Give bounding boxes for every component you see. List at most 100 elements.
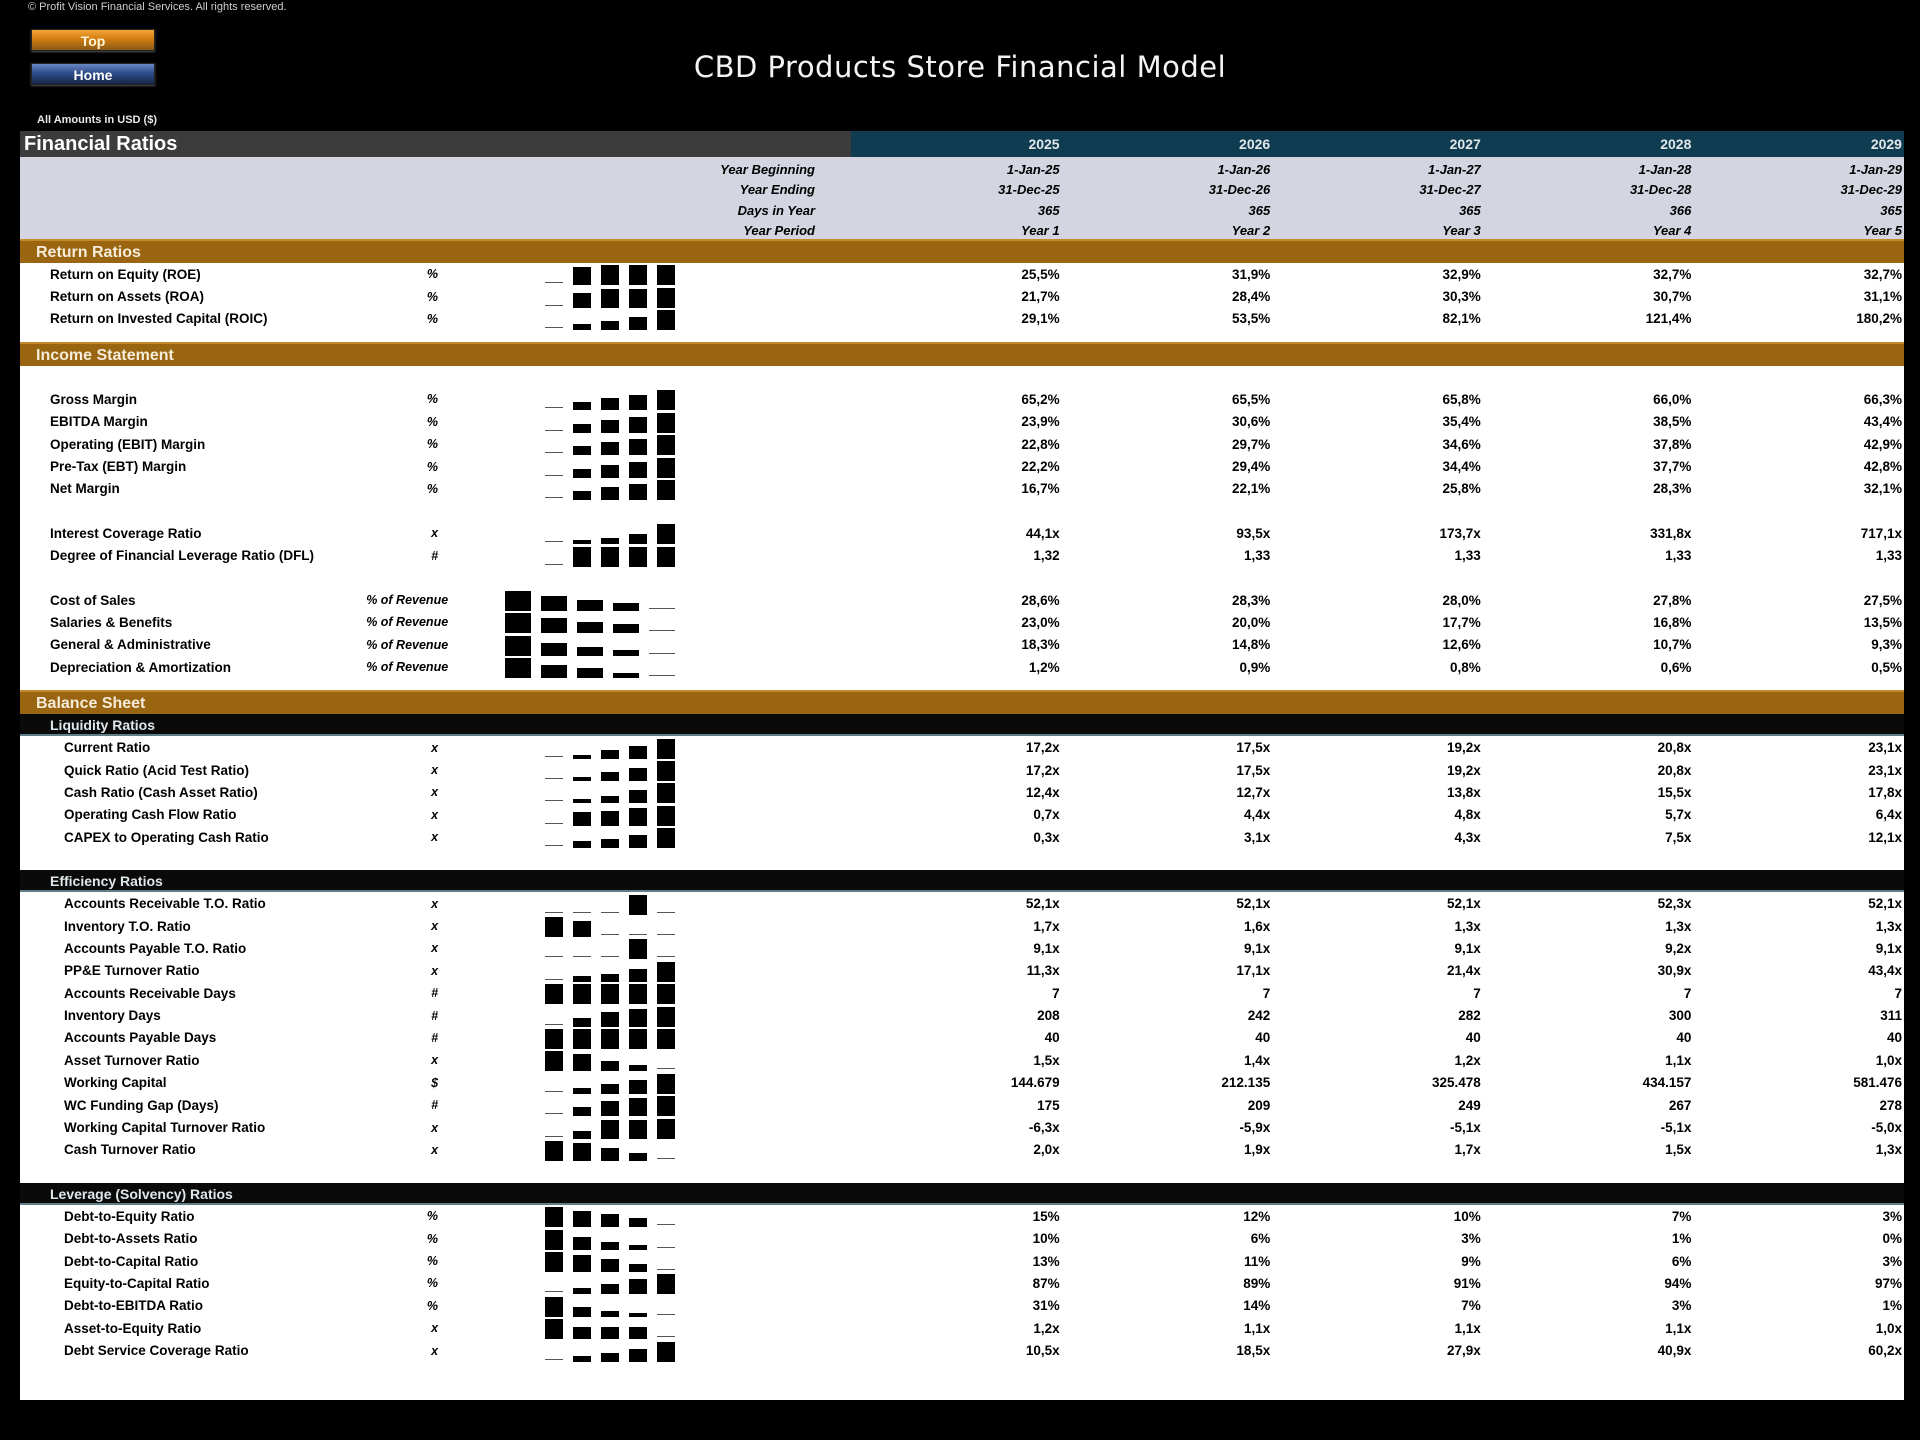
ratio-label: Pre-Tax (EBT) Margin (50, 459, 187, 475)
ratio-values: 18,3% 14,8% 12,6% 10,7% 9,3% (851, 637, 1904, 652)
ratio-value: 0,3x (1033, 829, 1060, 845)
ratio-value: -5,1x (1450, 1120, 1481, 1136)
sparkline-bar (573, 811, 592, 826)
sparkline-bar (545, 911, 564, 913)
ratio-value: 43,4x (1868, 963, 1902, 979)
ratio-value: 30,6% (1231, 414, 1271, 430)
ratio-value: -6,3x (1028, 1120, 1060, 1136)
ratio-value: 43,4% (1863, 414, 1902, 430)
ratio-value: 1% (1882, 1298, 1902, 1314)
sparkline-bar (657, 783, 676, 804)
sparkline-bar (545, 917, 564, 937)
period-info-row: Year Ending 31-Dec-25 31-Dec-26 31-Dec-27 31… (20, 180, 1904, 201)
ratio-value: 3% (1882, 1253, 1902, 1269)
sparkline-bar (629, 1348, 648, 1362)
ratio-value: 20,8x (1657, 762, 1692, 778)
sparkline-chart (470, 1205, 676, 1228)
ratio-row: Inventory T.O. Ratio x 1,7x 1,6x 1,3x 1,3x 1,3… (20, 915, 1904, 937)
sparkline-bar (545, 407, 564, 409)
ratio-value: 31% (1032, 1298, 1060, 1314)
sparkline-bar (545, 822, 564, 824)
ratio-value: 91% (1453, 1275, 1481, 1291)
currency-note: All Amounts in USD ($) (37, 114, 157, 126)
ratio-value: 7 (1683, 985, 1692, 1001)
ratio-value: 3% (1882, 1208, 1902, 1224)
return-ratios-section: Return on Equity (ROE)% 25,5% 31,9% 32,9% 32… (20, 263, 1904, 343)
sparkline-bar (601, 1101, 620, 1117)
ratio-value: 30,7% (1653, 289, 1692, 305)
sparkline-chart (470, 982, 676, 1005)
ratio-value: 30,3% (1442, 289, 1481, 305)
ratio-unit: # (431, 1030, 439, 1045)
ratio-label: Cash Ratio (Cash Asset Ratio) (64, 784, 258, 800)
top-button[interactable]: Top (31, 29, 155, 51)
ratio-unit: x (431, 830, 439, 845)
ratio-value: 1,6x (1243, 918, 1271, 934)
sparkline-bar (545, 1140, 564, 1161)
ratio-unit: x (431, 1321, 439, 1336)
period-info-value: 365 (1880, 202, 1902, 218)
ratio-value: 29,1% (1021, 311, 1060, 327)
year-header: 2029 (1870, 136, 1902, 152)
ratio-value: 40,9x (1657, 1343, 1692, 1359)
ratio-row: EBITDA Margin% 23,9% 30,6% 35,4% 38,5% 43,4% (20, 411, 1904, 433)
ratio-values: 0,7x 4,4x 4,8x 5,7x 6,4x (851, 807, 1904, 822)
sparkline-bar (649, 675, 676, 677)
ratio-value: 7% (1671, 1208, 1692, 1224)
sparkline-bar (657, 1336, 676, 1338)
ratio-value: 12,4x (1025, 784, 1060, 800)
sparkline-bar (601, 749, 620, 759)
ratio-value: 1,3x (1665, 918, 1692, 934)
ratio-unit: % (426, 267, 439, 282)
ratio-values: 25,5% 31,9% 32,9% 32,7% 32,7% (851, 267, 1904, 282)
year-header: 2028 (1660, 136, 1692, 152)
ratio-values: 1,32 1,33 1,33 1,33 1,33 (851, 548, 1904, 563)
ratio-label: Debt-to-Capital Ratio (64, 1253, 199, 1269)
leverage-section: Debt-to-Equity Ratio% 15% 12% 10% 7% 3% Debt-t… (20, 1205, 1904, 1400)
sparkline-bar (613, 649, 640, 656)
ratio-values: 22,2% 29,4% 34,4% 37,7% 42,8% (851, 459, 1904, 474)
ratio-row: CAPEX to Operating Cash Ratio x 0,3x 3,1x 4,… (20, 826, 1904, 849)
sparkline-bar (545, 541, 564, 543)
period-info-value: 31-Dec-25 (998, 182, 1060, 198)
sparkline-bar (657, 911, 676, 913)
ratio-label: Inventory Days (64, 1008, 161, 1024)
ratio-row: Gross Margin% 65,2% 65,5% 65,8% 66,0% 66,3% (20, 388, 1904, 411)
ratio-unit: x (431, 1142, 439, 1157)
ratio-value: 52,1x (1868, 896, 1902, 912)
sparkline-chart (470, 1340, 676, 1362)
sparkline-bar (573, 546, 592, 567)
ratio-label: WC Funding Gap (Days) (64, 1097, 219, 1113)
ratio-value: 23,1x (1868, 740, 1902, 756)
ratio-value: 208 (1037, 1008, 1060, 1024)
ratio-value: 66,0% (1653, 391, 1692, 407)
sparkline-chart (470, 1250, 676, 1273)
ratio-unit: x (431, 740, 439, 755)
ratio-value: 9,1x (1875, 940, 1902, 956)
ratio-value: 7 (1052, 985, 1060, 1001)
section-header-income-statement: Income Statement (20, 342, 1904, 367)
sparkline-bar (573, 402, 592, 411)
ratio-values: 1,2x 1,1x 1,1x 1,1x 1,0x (851, 1321, 1904, 1336)
sparkline-bar (545, 1023, 564, 1025)
period-info-value: Year 4 (1652, 223, 1692, 239)
ratio-value: 13% (1032, 1253, 1060, 1269)
period-info-value: 31-Dec-26 (1208, 182, 1271, 198)
ratio-row: Salaries & Benefits % of Revenue 23,0% 20,0… (20, 611, 1904, 634)
sparkline-bar (573, 1306, 592, 1317)
year-header: 2025 (1028, 136, 1060, 152)
ratio-values: 12,4x 12,7x 13,8x 15,5x 17,8x (851, 785, 1904, 800)
ratio-value: -5,1x (1660, 1120, 1692, 1136)
sparkline-chart (470, 478, 676, 500)
sparkline-chart (470, 1049, 676, 1072)
sparkline-bar (545, 1358, 564, 1360)
ratio-label: Gross Margin (50, 391, 138, 407)
ratio-value: 4,8x (1454, 807, 1481, 823)
sparkline-bar (505, 658, 532, 679)
ratio-values: 21,7% 28,4% 30,3% 30,7% 31,1% (851, 289, 1904, 304)
sparkline-bar (573, 1255, 592, 1273)
ratio-value: 7 (1894, 985, 1902, 1001)
sparkline-bar (505, 591, 532, 612)
sparkline-bar (629, 1244, 648, 1250)
ratio-value: 1,33 (1875, 548, 1902, 564)
